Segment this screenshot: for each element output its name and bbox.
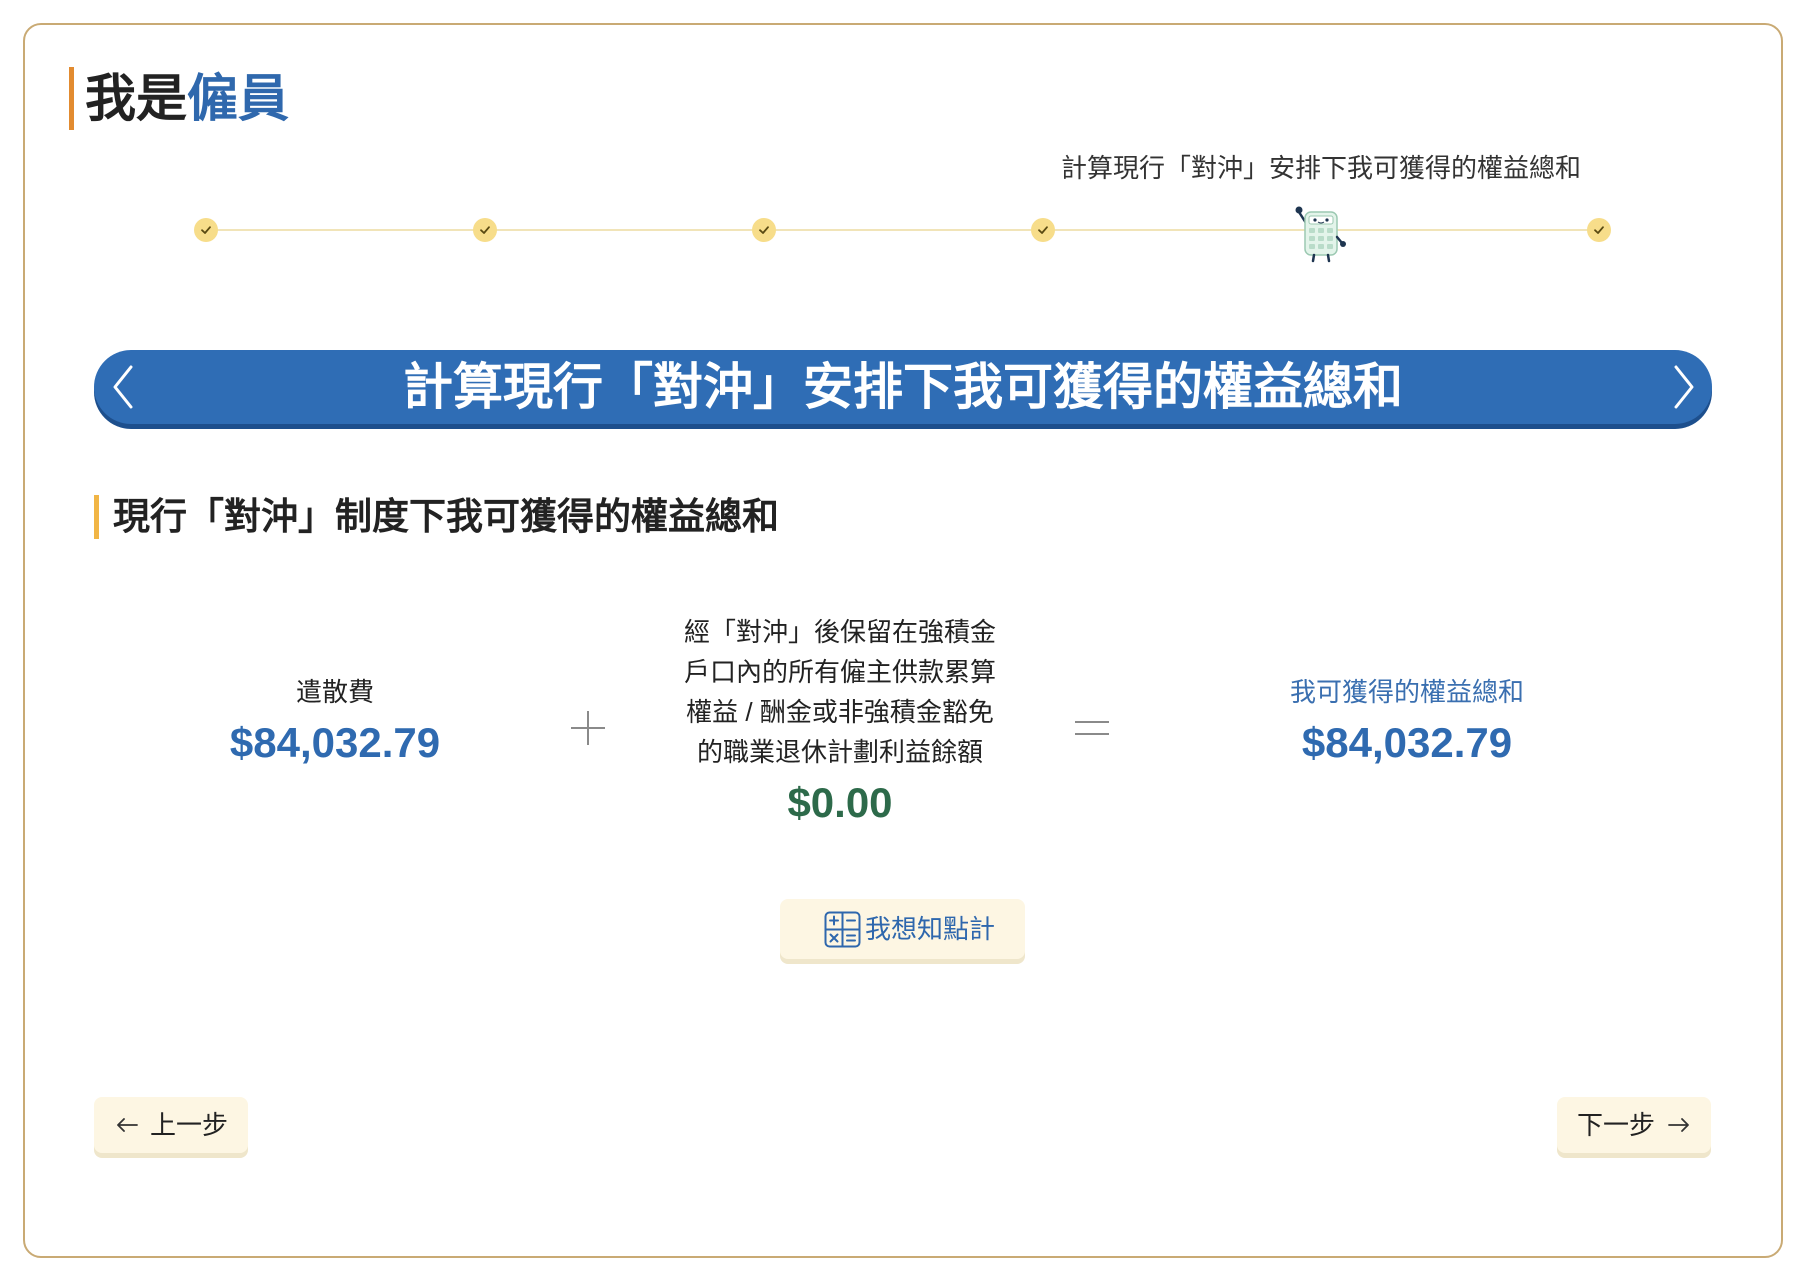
- retained-label-line-4: 的職業退休計劃利益餘額: [696, 737, 983, 767]
- stepper-track: [206, 229, 1599, 231]
- next-step-label: 下一步: [1577, 1110, 1656, 1140]
- arrow-left-icon: [115, 1113, 139, 1137]
- step-banner: 計算現行「對沖」安排下我可獲得的權益總和: [94, 350, 1712, 424]
- severance-label: 遣散費: [295, 677, 374, 707]
- step-2-check-icon[interactable]: [473, 218, 497, 242]
- step-6-check-icon[interactable]: [1587, 218, 1611, 242]
- arrow-right-icon: [1667, 1113, 1691, 1137]
- severance-amount: $84,032.79: [229, 719, 441, 766]
- how-calculated-label: 我想知點計: [865, 914, 996, 944]
- total-benefits-amount: $84,032.79: [1301, 719, 1513, 766]
- step-4-check-icon[interactable]: [1031, 218, 1055, 242]
- retained-label-line-1: 經「對沖」後保留在強積金: [683, 617, 996, 647]
- current-step-label: 計算現行「對沖」安排下我可獲得的權益總和: [1060, 153, 1582, 183]
- severance-term: 遣散費 $84,032.79: [155, 675, 515, 768]
- total-benefits-label: 我可獲得的權益總和: [1289, 677, 1524, 707]
- step-3-check-icon[interactable]: [752, 218, 776, 242]
- page-title-highlight: 僱員: [187, 70, 290, 127]
- previous-step-button[interactable]: 上一步: [94, 1097, 248, 1153]
- page-title: 我是僱員: [69, 67, 289, 130]
- how-calculated-button[interactable]: 我想知點計: [780, 899, 1025, 959]
- current-step-calculator-mascot-icon: [1294, 203, 1348, 265]
- step-1-check-icon[interactable]: [194, 218, 218, 242]
- equals-icon: [1075, 719, 1109, 735]
- chevron-right-icon[interactable]: [1672, 364, 1696, 410]
- retained-label-line-3: 權益 / 酬金或非強積金豁免: [686, 697, 994, 727]
- calculator-icon: [824, 911, 861, 948]
- section-heading: 現行「對沖」制度下我可獲得的權益總和: [94, 495, 779, 539]
- next-step-button[interactable]: 下一步: [1557, 1097, 1711, 1153]
- page-title-plain: 我是: [85, 70, 188, 127]
- retained-label-line-2: 戶口內的所有僱主供款累算: [683, 657, 996, 687]
- previous-step-label: 上一步: [150, 1110, 229, 1140]
- banner-title: 計算現行「對沖」安排下我可獲得的權益總和: [403, 359, 1403, 415]
- retained-benefits-label: 經「對沖」後保留在強積金 戶口內的所有僱主供款累算 權益 / 酬金或非強積金豁免…: [640, 612, 1040, 772]
- plus-icon: [571, 711, 605, 745]
- retained-benefits-amount: $0.00: [787, 779, 893, 826]
- retained-benefits-term: 經「對沖」後保留在強積金 戶口內的所有僱主供款累算 權益 / 酬金或非強積金豁免…: [640, 612, 1040, 828]
- total-benefits-term: 我可獲得的權益總和 $84,032.79: [1197, 675, 1617, 768]
